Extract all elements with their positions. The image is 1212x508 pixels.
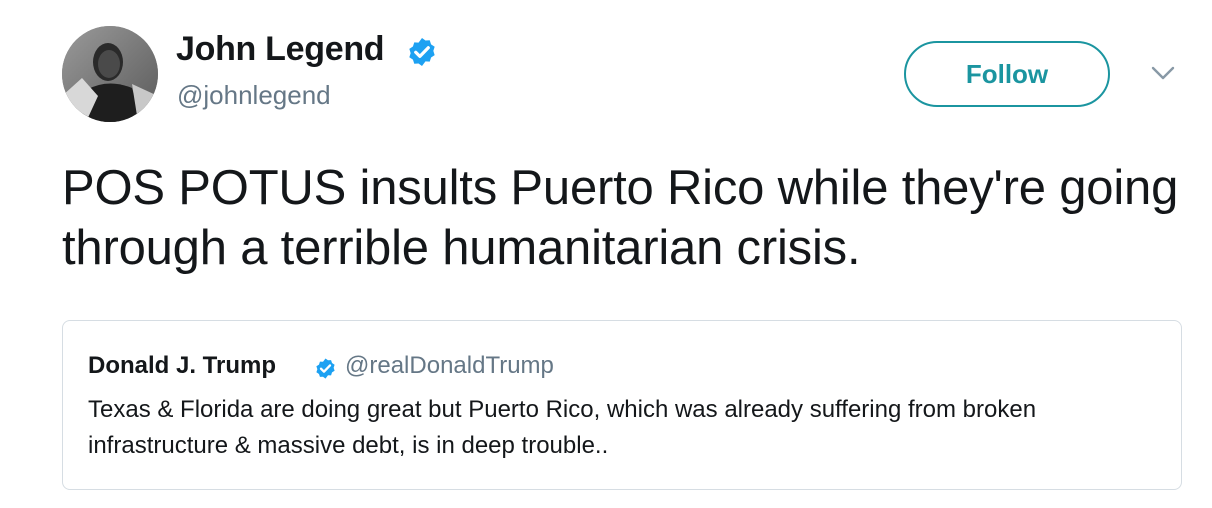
- tweet-text: POS POTUS insults Puerto Rico while they…: [62, 161, 1179, 275]
- author-name[interactable]: John Legend: [176, 30, 385, 69]
- avatar-photo: [62, 26, 158, 122]
- chevron-down-icon[interactable]: [1150, 64, 1176, 82]
- quoted-author-name: Donald J. Trump: [88, 352, 277, 379]
- verified-badge-icon: [316, 358, 335, 379]
- quoted-author-handle: @realDonaldTrump: [345, 352, 554, 379]
- avatar[interactable]: [62, 26, 158, 122]
- verified-badge-icon: [409, 38, 435, 66]
- author-handle[interactable]: @johnlegend: [177, 80, 331, 111]
- quoted-tweet-text: Texas & Florida are doing great but Puer…: [88, 396, 1037, 459]
- follow-button[interactable]: Follow: [904, 41, 1110, 107]
- quoted-tweet-card[interactable]: Donald J. Trump @realDonaldTrump Texas &…: [62, 320, 1182, 490]
- tweet-container: John Legend @johnlegend Follow POS POTUS…: [0, 0, 1212, 508]
